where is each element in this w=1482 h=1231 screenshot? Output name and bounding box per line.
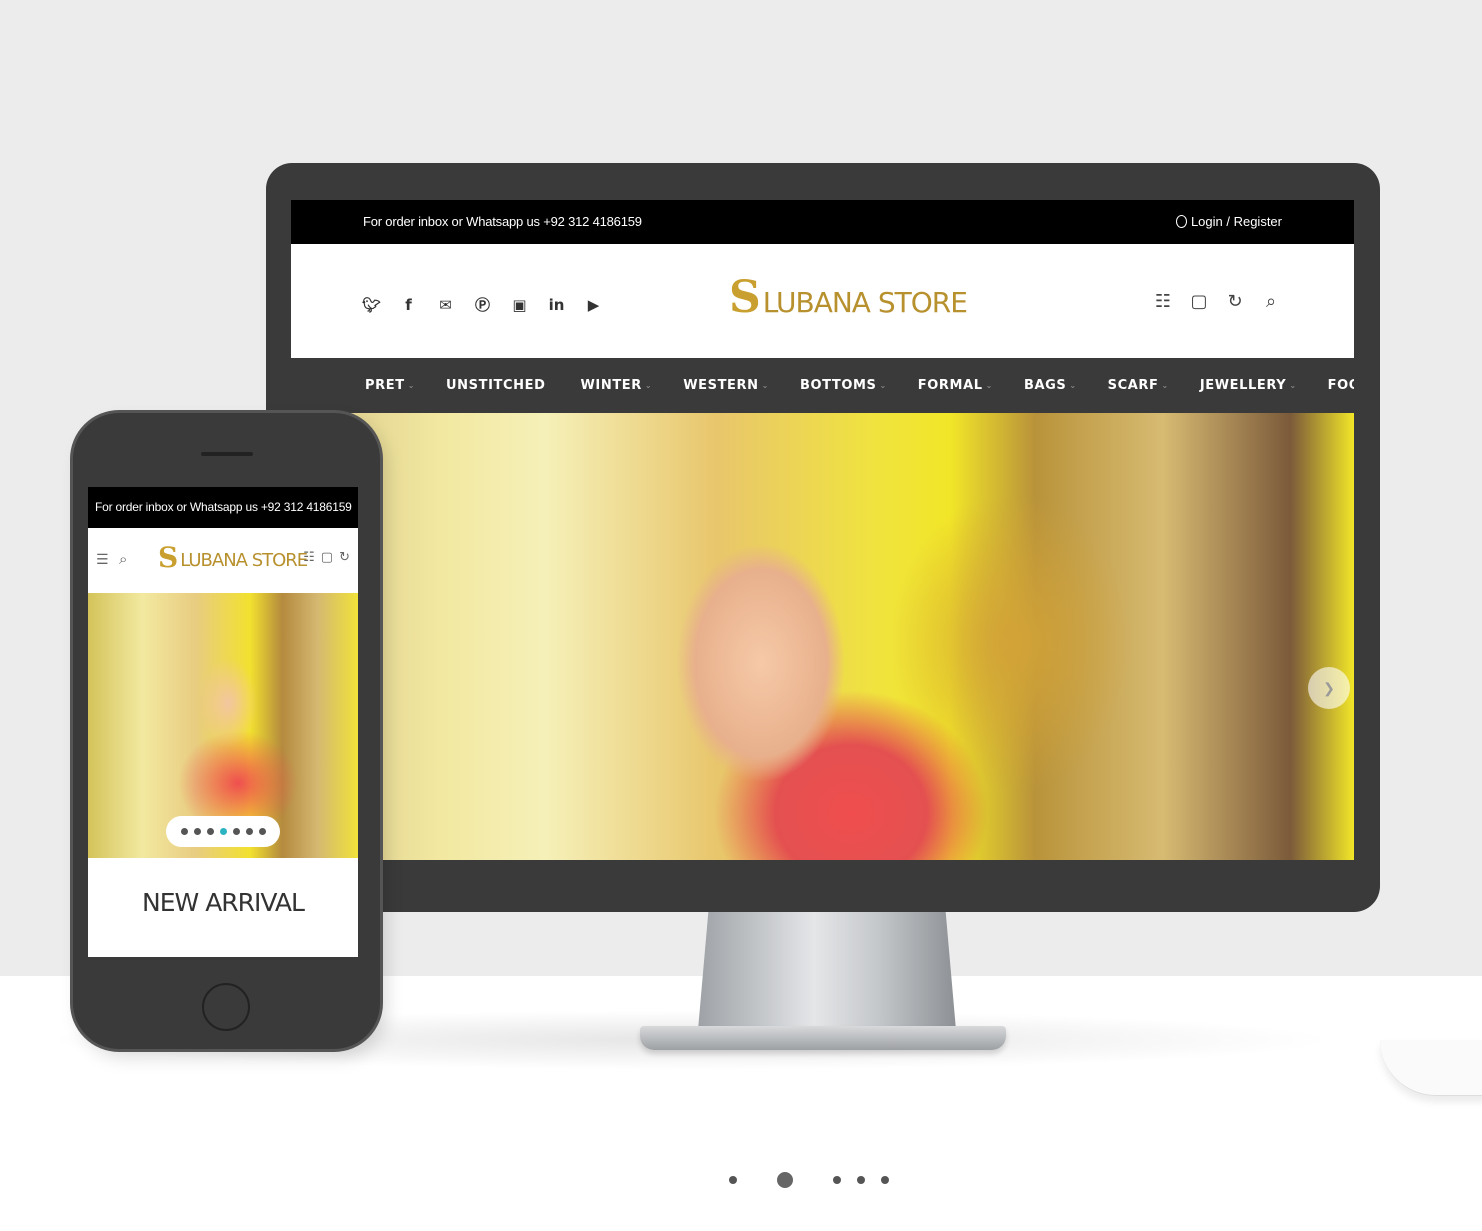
- chevron-down-icon: ⌄: [985, 381, 993, 390]
- mobile-hero-image: [88, 593, 358, 858]
- store-logo[interactable]: S LUBANA STORE: [729, 272, 968, 323]
- slider-dot[interactable]: [180, 828, 188, 835]
- bag-icon[interactable]: ▢: [1188, 290, 1210, 312]
- pinterest-icon[interactable]: Ⓟ: [474, 296, 491, 314]
- mail-icon[interactable]: ✉︎: [437, 296, 454, 314]
- slider-dot[interactable]: [245, 828, 253, 835]
- refresh-icon[interactable]: ↻: [1224, 290, 1246, 312]
- monitor-stand-base: [640, 1026, 1006, 1050]
- hero-banner-image: ❯: [291, 413, 1354, 860]
- chevron-down-icon: ⌄: [1161, 381, 1169, 390]
- mobile-header-icons: ☷ ▢ ↻: [303, 550, 350, 565]
- refresh-icon[interactable]: ↻: [339, 550, 350, 565]
- slider-dot[interactable]: [219, 828, 227, 835]
- slider-dot[interactable]: [258, 828, 266, 835]
- main-nav: PRET ⌄ UNSTITCHED WINTER ⌄ WESTERN ⌄ BOTTOM…: [291, 358, 1354, 413]
- search-icon[interactable]: ⌕: [1260, 290, 1282, 312]
- login-register-label: Login / Register: [1190, 214, 1282, 229]
- nav-item-western[interactable]: WESTERN ⌄: [683, 378, 769, 393]
- nav-item-pret[interactable]: PRET ⌄: [365, 378, 415, 393]
- linkedin-icon[interactable]: in: [548, 296, 565, 314]
- chevron-down-icon: ⌄: [1289, 381, 1297, 390]
- header-icons: ☷ ▢ ↻ ⌕: [1152, 290, 1282, 312]
- logo-mark: S: [158, 541, 179, 574]
- mobile-header: ☰ ⌕ S LUBANA STORE ☷ ▢ ↻: [88, 528, 358, 593]
- mobile-screen: For order inbox or Whatsapp us +92 312 4…: [88, 487, 358, 957]
- login-register-link[interactable]: Login / Register: [1175, 214, 1282, 229]
- carousel-dot[interactable]: [729, 1176, 737, 1184]
- twitter-icon[interactable]: 🐦︎: [362, 296, 381, 314]
- carousel-dot[interactable]: [777, 1172, 793, 1188]
- carousel-dot[interactable]: [857, 1176, 865, 1184]
- instagram-icon[interactable]: ▣: [511, 296, 528, 314]
- nav-item-formal[interactable]: FORMAL ⌄: [918, 378, 993, 393]
- nav-item-bottoms[interactable]: BOTTOMS ⌄: [800, 378, 887, 393]
- mobile-store-logo[interactable]: S LUBANA STORE: [158, 541, 308, 574]
- chevron-down-icon: ⌄: [879, 381, 887, 390]
- desktop-screen: For order inbox or Whatsapp us +92 312 4…: [291, 200, 1354, 860]
- slider-dot[interactable]: [206, 828, 214, 835]
- search-icon[interactable]: ⌕: [119, 550, 127, 568]
- grid-icon[interactable]: ☷: [303, 550, 315, 565]
- youtube-icon[interactable]: ▶︎: [585, 296, 602, 314]
- grid-icon[interactable]: ☷: [1152, 290, 1174, 312]
- desktop-topbar: For order inbox or Whatsapp us +92 312 4…: [291, 200, 1354, 244]
- bag-icon[interactable]: ▢: [321, 550, 333, 565]
- chevron-down-icon: ⌄: [644, 381, 653, 390]
- mobile-slider-dots: [166, 816, 280, 847]
- user-icon: [1175, 215, 1187, 228]
- chevron-down-icon: ⌄: [761, 381, 769, 390]
- nav-item-scarf[interactable]: SCARF ⌄: [1108, 378, 1169, 393]
- logo-text: LUBANA STORE: [762, 286, 968, 319]
- social-links: 🐦︎ f ✉︎ Ⓟ ▣ in ▶︎: [362, 296, 602, 315]
- nav-item-winter[interactable]: WINTER ⌄: [580, 378, 652, 393]
- section-title: NEW ARRIVAL: [142, 888, 305, 917]
- carousel-dot[interactable]: [881, 1176, 889, 1184]
- nav-item-unstitched[interactable]: UNSTITCHED: [446, 378, 545, 393]
- desktop-header: 🐦︎ f ✉︎ Ⓟ ▣ in ▶︎ S LUBANA STORE ☷ ▢ ↻ ⌕: [291, 244, 1354, 358]
- order-contact-text: For order inbox or Whatsapp us +92 312 4…: [363, 214, 642, 229]
- nav-item-bags[interactable]: BAGS ⌄: [1024, 378, 1077, 393]
- chevron-down-icon: ⌄: [407, 381, 415, 390]
- facebook-icon[interactable]: f: [400, 296, 417, 314]
- logo-text: LUBANA STORE: [180, 550, 308, 571]
- slider-next-icon[interactable]: ❯: [1308, 667, 1350, 709]
- mobile-topbar: For order inbox or Whatsapp us +92 312 4…: [88, 487, 358, 528]
- phone-speaker: [201, 452, 253, 456]
- phone-home-button: [202, 983, 250, 1031]
- monitor-stand: [698, 912, 956, 1030]
- logo-mark: S: [729, 272, 761, 323]
- showcase-carousel-dots: [720, 1168, 900, 1192]
- carousel-dot[interactable]: [833, 1176, 841, 1184]
- nav-item-footwear[interactable]: FOOTWEAR⌄: [1328, 378, 1354, 393]
- nav-item-jewellery[interactable]: JEWELLERY ⌄: [1200, 378, 1297, 393]
- slider-dot[interactable]: [193, 828, 201, 835]
- chevron-down-icon: ⌄: [1069, 381, 1077, 390]
- slider-dot[interactable]: [232, 828, 240, 835]
- menu-icon[interactable]: ☰: [96, 552, 109, 568]
